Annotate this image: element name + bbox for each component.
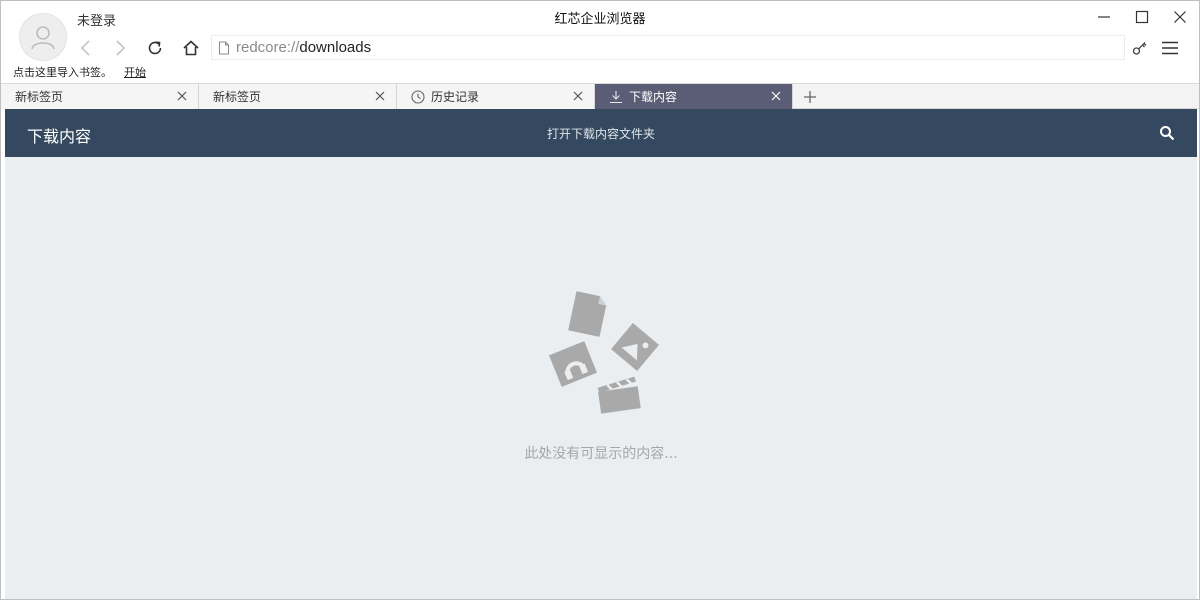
window-title: 红芯企业浏览器 [554,12,646,27]
close-icon [177,91,187,101]
tab-label: 历史记录 [431,90,480,104]
nav-bar: redcore://downloads [1,33,1199,61]
key-icon [1132,42,1147,55]
tab-new-tab-1[interactable]: 新标签页 [1,84,199,109]
maximize-icon [1135,10,1149,24]
browser-window: 未登录 红芯企业浏览器 redcore://downloads 点击这里导入书签… [0,0,1200,600]
tab-new-tab-2[interactable]: 新标签页 [199,84,397,109]
forward-button[interactable] [107,35,133,61]
user-icon [31,26,55,50]
tab-close-button[interactable] [372,88,388,104]
open-folder-label[interactable]: 打开下载内容文件夹 [547,127,655,141]
empty-state-message: 此处没有可显示的内容... [524,446,678,462]
home-icon [183,40,199,56]
back-button[interactable] [73,35,99,61]
bookmarks-bar: 点击这里导入书签。 开始 [1,61,1199,83]
address-bar[interactable]: redcore://downloads [211,35,1125,60]
start-import-link[interactable]: 开始 [124,64,146,80]
forward-icon [116,40,126,56]
clock-icon [411,89,425,104]
back-icon [80,40,90,56]
password-manager-button[interactable] [1127,35,1153,61]
close-window-button[interactable] [1161,1,1199,33]
tab-close-button[interactable] [768,88,784,104]
search-button[interactable] [1157,123,1177,143]
tab-label: 下载内容 [629,90,678,104]
plus-icon [804,90,816,103]
image-icon [611,323,659,371]
close-icon [573,91,583,101]
tab-label: 新标签页 [15,90,64,104]
import-bookmarks-prompt[interactable]: 点击这里导入书签。 [13,64,112,80]
download-icon [609,90,623,104]
close-icon [1174,11,1186,23]
maximize-button[interactable] [1123,1,1161,33]
tab-close-button[interactable] [174,88,190,104]
close-icon [771,91,781,101]
page-icon [219,41,229,54]
avatar[interactable] [19,13,67,61]
video-icon [597,376,641,414]
window-controls [1085,1,1199,33]
address-text[interactable]: redcore://downloads [236,39,371,56]
tab-label: 新标签页 [213,90,262,104]
tab-downloads[interactable]: 下载内容 [595,84,793,109]
document-icon [568,291,607,337]
minimize-icon [1098,16,1110,18]
tab-history[interactable]: 历史记录 [397,84,595,109]
minimize-button[interactable] [1085,1,1123,33]
tab-strip: 新标签页 新标签页 历史记录 下载内容 [1,83,1199,109]
search-icon [1160,126,1175,141]
empty-files-illustration [549,291,659,414]
new-tab-button[interactable] [793,84,827,109]
title-bar: 未登录 红芯企业浏览器 [1,1,1199,33]
open-downloads-folder-link: 打开下载内容文件夹 [5,125,1197,142]
downloads-page: 下载内容 打开下载内容文件夹 此处没有可显示的内容... [5,109,1197,599]
reload-button[interactable] [142,35,168,61]
page-header: 下载内容 打开下载内容文件夹 [5,109,1197,157]
main-menu-button[interactable] [1157,35,1183,61]
music-icon [549,341,597,387]
home-button[interactable] [178,35,204,61]
tab-close-button[interactable] [570,88,586,104]
address-path: downloads [299,39,372,56]
address-scheme: redcore:// [236,39,300,56]
reload-icon [148,41,162,55]
menu-icon [1162,41,1178,55]
close-icon [375,91,385,101]
